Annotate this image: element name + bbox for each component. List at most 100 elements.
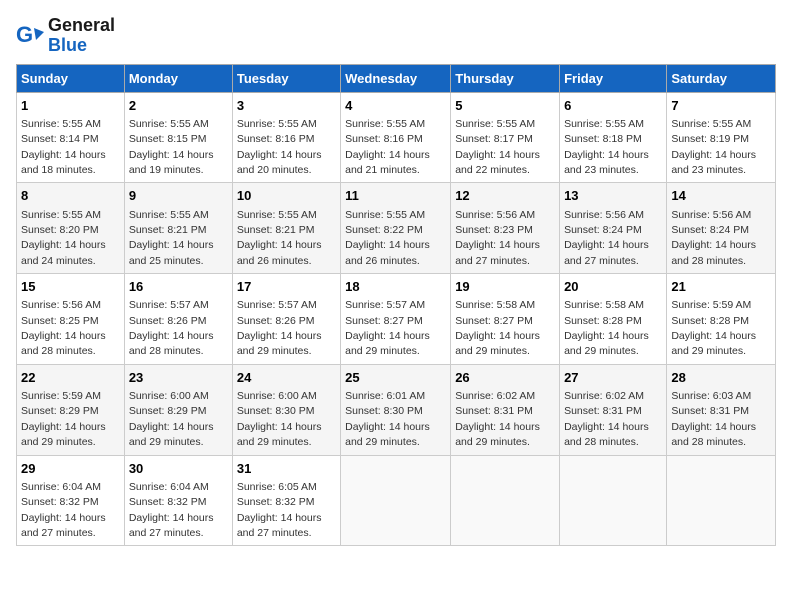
day-number: 5 <box>455 97 555 115</box>
logo-icon: G <box>16 22 44 50</box>
calendar-week-4: 22 Sunrise: 5:59 AMSunset: 8:29 PMDaylig… <box>17 364 776 455</box>
header-row: SundayMondayTuesdayWednesdayThursdayFrid… <box>17 64 776 92</box>
day-detail: Sunrise: 5:57 AMSunset: 8:26 PMDaylight:… <box>237 299 322 357</box>
day-detail: Sunrise: 6:04 AMSunset: 8:32 PMDaylight:… <box>21 481 106 539</box>
logo-text-line2: Blue <box>48 36 115 56</box>
calendar-cell: 28 Sunrise: 6:03 AMSunset: 8:31 PMDaylig… <box>667 364 776 455</box>
calendar-cell: 25 Sunrise: 6:01 AMSunset: 8:30 PMDaylig… <box>341 364 451 455</box>
header-cell-saturday: Saturday <box>667 64 776 92</box>
day-detail: Sunrise: 5:58 AMSunset: 8:28 PMDaylight:… <box>564 299 649 357</box>
day-detail: Sunrise: 5:55 AMSunset: 8:21 PMDaylight:… <box>129 209 214 267</box>
calendar-cell: 19 Sunrise: 5:58 AMSunset: 8:27 PMDaylig… <box>451 274 560 365</box>
day-number: 26 <box>455 369 555 387</box>
day-number: 29 <box>21 460 120 478</box>
calendar-cell: 14 Sunrise: 5:56 AMSunset: 8:24 PMDaylig… <box>667 183 776 274</box>
day-detail: Sunrise: 5:57 AMSunset: 8:27 PMDaylight:… <box>345 299 430 357</box>
day-detail: Sunrise: 5:58 AMSunset: 8:27 PMDaylight:… <box>455 299 540 357</box>
calendar-week-3: 15 Sunrise: 5:56 AMSunset: 8:25 PMDaylig… <box>17 274 776 365</box>
calendar-cell <box>451 455 560 546</box>
calendar-week-5: 29 Sunrise: 6:04 AMSunset: 8:32 PMDaylig… <box>17 455 776 546</box>
day-number: 24 <box>237 369 336 387</box>
day-number: 21 <box>671 278 771 296</box>
day-detail: Sunrise: 5:55 AMSunset: 8:16 PMDaylight:… <box>237 118 322 176</box>
calendar-cell: 30 Sunrise: 6:04 AMSunset: 8:32 PMDaylig… <box>124 455 232 546</box>
calendar-cell: 18 Sunrise: 5:57 AMSunset: 8:27 PMDaylig… <box>341 274 451 365</box>
day-number: 6 <box>564 97 662 115</box>
calendar-body: 1 Sunrise: 5:55 AMSunset: 8:14 PMDayligh… <box>17 92 776 546</box>
day-detail: Sunrise: 5:55 AMSunset: 8:17 PMDaylight:… <box>455 118 540 176</box>
calendar-week-2: 8 Sunrise: 5:55 AMSunset: 8:20 PMDayligh… <box>17 183 776 274</box>
day-detail: Sunrise: 5:59 AMSunset: 8:28 PMDaylight:… <box>671 299 756 357</box>
calendar-cell: 13 Sunrise: 5:56 AMSunset: 8:24 PMDaylig… <box>560 183 667 274</box>
day-number: 4 <box>345 97 446 115</box>
day-number: 8 <box>21 187 120 205</box>
day-detail: Sunrise: 5:55 AMSunset: 8:16 PMDaylight:… <box>345 118 430 176</box>
day-number: 25 <box>345 369 446 387</box>
calendar-cell <box>341 455 451 546</box>
svg-text:G: G <box>16 22 33 47</box>
day-number: 12 <box>455 187 555 205</box>
calendar-cell: 16 Sunrise: 5:57 AMSunset: 8:26 PMDaylig… <box>124 274 232 365</box>
day-detail: Sunrise: 5:57 AMSunset: 8:26 PMDaylight:… <box>129 299 214 357</box>
day-number: 30 <box>129 460 228 478</box>
calendar-cell: 11 Sunrise: 5:55 AMSunset: 8:22 PMDaylig… <box>341 183 451 274</box>
day-detail: Sunrise: 6:02 AMSunset: 8:31 PMDaylight:… <box>455 390 540 448</box>
day-detail: Sunrise: 6:04 AMSunset: 8:32 PMDaylight:… <box>129 481 214 539</box>
calendar-cell: 21 Sunrise: 5:59 AMSunset: 8:28 PMDaylig… <box>667 274 776 365</box>
calendar-cell: 23 Sunrise: 6:00 AMSunset: 8:29 PMDaylig… <box>124 364 232 455</box>
calendar-cell: 29 Sunrise: 6:04 AMSunset: 8:32 PMDaylig… <box>17 455 125 546</box>
calendar-cell: 26 Sunrise: 6:02 AMSunset: 8:31 PMDaylig… <box>451 364 560 455</box>
calendar-week-1: 1 Sunrise: 5:55 AMSunset: 8:14 PMDayligh… <box>17 92 776 183</box>
calendar-cell: 12 Sunrise: 5:56 AMSunset: 8:23 PMDaylig… <box>451 183 560 274</box>
calendar-cell <box>560 455 667 546</box>
calendar-cell: 4 Sunrise: 5:55 AMSunset: 8:16 PMDayligh… <box>341 92 451 183</box>
day-number: 1 <box>21 97 120 115</box>
day-number: 11 <box>345 187 446 205</box>
logo: G General Blue <box>16 16 115 56</box>
calendar-cell: 8 Sunrise: 5:55 AMSunset: 8:20 PMDayligh… <box>17 183 125 274</box>
day-detail: Sunrise: 5:55 AMSunset: 8:15 PMDaylight:… <box>129 118 214 176</box>
calendar-cell: 2 Sunrise: 5:55 AMSunset: 8:15 PMDayligh… <box>124 92 232 183</box>
day-detail: Sunrise: 5:55 AMSunset: 8:19 PMDaylight:… <box>671 118 756 176</box>
day-detail: Sunrise: 6:00 AMSunset: 8:29 PMDaylight:… <box>129 390 214 448</box>
day-number: 15 <box>21 278 120 296</box>
day-detail: Sunrise: 5:56 AMSunset: 8:24 PMDaylight:… <box>671 209 756 267</box>
day-number: 14 <box>671 187 771 205</box>
day-number: 28 <box>671 369 771 387</box>
day-number: 16 <box>129 278 228 296</box>
day-number: 20 <box>564 278 662 296</box>
day-detail: Sunrise: 6:01 AMSunset: 8:30 PMDaylight:… <box>345 390 430 448</box>
calendar-cell: 1 Sunrise: 5:55 AMSunset: 8:14 PMDayligh… <box>17 92 125 183</box>
day-number: 23 <box>129 369 228 387</box>
calendar-cell: 7 Sunrise: 5:55 AMSunset: 8:19 PMDayligh… <box>667 92 776 183</box>
calendar-cell: 31 Sunrise: 6:05 AMSunset: 8:32 PMDaylig… <box>232 455 340 546</box>
calendar-cell: 3 Sunrise: 5:55 AMSunset: 8:16 PMDayligh… <box>232 92 340 183</box>
calendar-cell: 22 Sunrise: 5:59 AMSunset: 8:29 PMDaylig… <box>17 364 125 455</box>
header-cell-thursday: Thursday <box>451 64 560 92</box>
day-detail: Sunrise: 5:55 AMSunset: 8:21 PMDaylight:… <box>237 209 322 267</box>
day-detail: Sunrise: 5:55 AMSunset: 8:20 PMDaylight:… <box>21 209 106 267</box>
day-detail: Sunrise: 5:56 AMSunset: 8:24 PMDaylight:… <box>564 209 649 267</box>
day-number: 2 <box>129 97 228 115</box>
header-cell-wednesday: Wednesday <box>341 64 451 92</box>
header-cell-monday: Monday <box>124 64 232 92</box>
page-header: G General Blue <box>16 16 776 56</box>
header-cell-tuesday: Tuesday <box>232 64 340 92</box>
header-cell-friday: Friday <box>560 64 667 92</box>
header-cell-sunday: Sunday <box>17 64 125 92</box>
day-detail: Sunrise: 5:55 AMSunset: 8:22 PMDaylight:… <box>345 209 430 267</box>
day-number: 17 <box>237 278 336 296</box>
day-detail: Sunrise: 5:56 AMSunset: 8:25 PMDaylight:… <box>21 299 106 357</box>
day-number: 13 <box>564 187 662 205</box>
calendar-table: SundayMondayTuesdayWednesdayThursdayFrid… <box>16 64 776 547</box>
day-number: 19 <box>455 278 555 296</box>
calendar-cell: 10 Sunrise: 5:55 AMSunset: 8:21 PMDaylig… <box>232 183 340 274</box>
day-number: 9 <box>129 187 228 205</box>
day-number: 18 <box>345 278 446 296</box>
day-detail: Sunrise: 6:03 AMSunset: 8:31 PMDaylight:… <box>671 390 756 448</box>
calendar-cell: 9 Sunrise: 5:55 AMSunset: 8:21 PMDayligh… <box>124 183 232 274</box>
day-detail: Sunrise: 5:55 AMSunset: 8:18 PMDaylight:… <box>564 118 649 176</box>
calendar-cell: 17 Sunrise: 5:57 AMSunset: 8:26 PMDaylig… <box>232 274 340 365</box>
day-detail: Sunrise: 5:56 AMSunset: 8:23 PMDaylight:… <box>455 209 540 267</box>
calendar-cell: 6 Sunrise: 5:55 AMSunset: 8:18 PMDayligh… <box>560 92 667 183</box>
